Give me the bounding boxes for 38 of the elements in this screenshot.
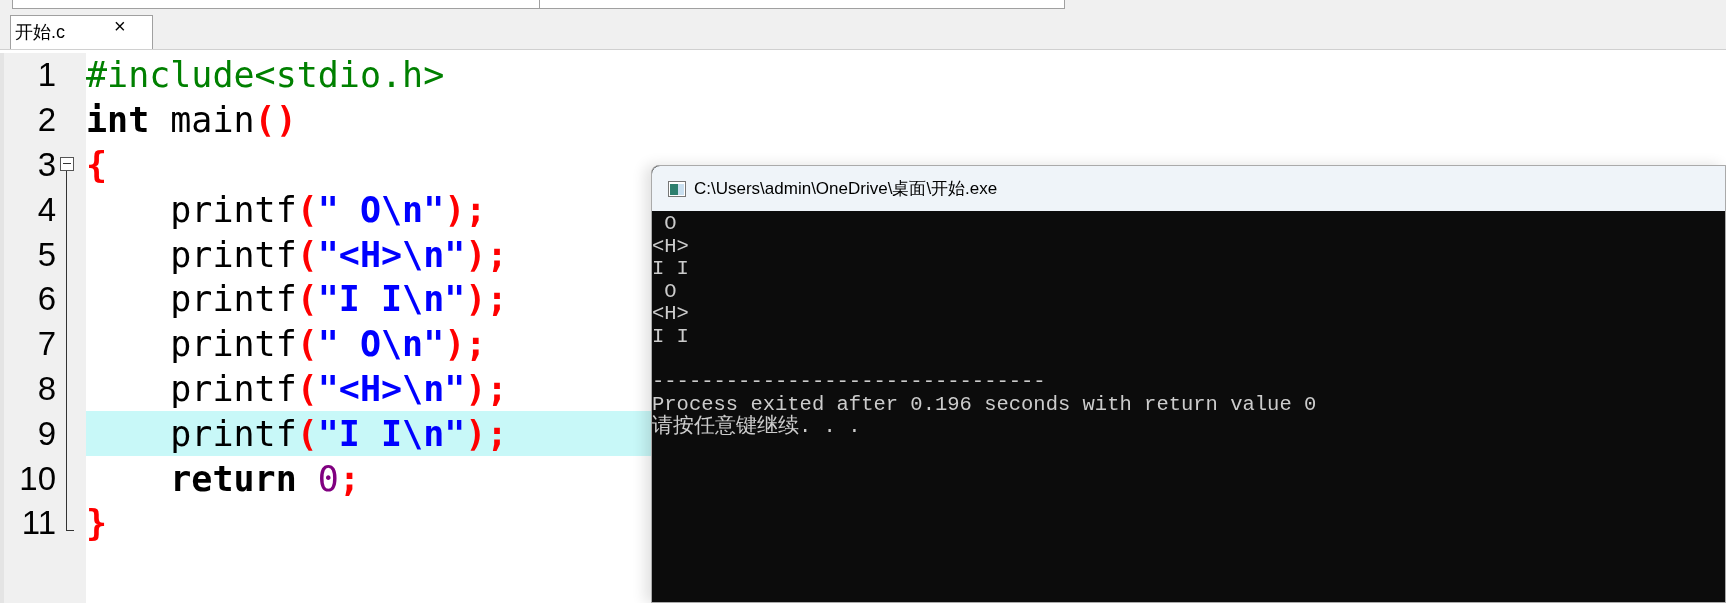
code-line: { <box>86 144 108 186</box>
fold-end-line <box>66 500 74 531</box>
line-number: 10 <box>18 458 56 499</box>
console-output-line: <H> <box>652 303 689 326</box>
toolbar-field[interactable] <box>540 0 1065 9</box>
separator-line: -------------------------------- <box>652 371 1046 394</box>
line-number: 9 <box>36 413 56 454</box>
code-line: return 0; <box>169 457 360 500</box>
line-number: 8 <box>36 368 56 409</box>
console-output-line: O <box>663 213 677 236</box>
code-line: printf("<H>\n"); <box>169 367 508 410</box>
line-number: 4 <box>36 189 56 230</box>
code-line: printf(" O\n"); <box>169 188 487 231</box>
line-number: 5 <box>36 234 56 275</box>
line-number: 7 <box>36 324 56 365</box>
code-line: printf("I I\n"); <box>169 278 508 321</box>
console-output-line: I I <box>652 258 689 281</box>
line-number: 11 <box>20 503 56 544</box>
code-line: printf("<H>\n"); <box>169 233 508 276</box>
line-number: 3 <box>36 145 56 185</box>
console-output-line: <H> <box>652 235 689 259</box>
code-line: #include<stdio.h> <box>86 54 445 97</box>
console-output-line: I I <box>652 325 689 349</box>
console-app-icon <box>668 180 686 197</box>
code-line: } <box>86 502 108 545</box>
toolbar-field[interactable] <box>12 0 540 9</box>
line-number: 6 <box>36 279 56 320</box>
line-number: 1 <box>36 55 56 96</box>
code-line: int main() <box>86 99 297 142</box>
console-output-line: 请按任意键继续. . . <box>652 416 861 439</box>
code-line: printf("I I\n"); <box>169 412 508 455</box>
close-icon[interactable]: × <box>114 14 126 38</box>
code-line: printf(" O\n"); <box>169 323 487 366</box>
window-title: C:\Users\admin\OneDrive\桌面\开始.exe <box>694 177 998 200</box>
console-output-line: O <box>663 280 677 304</box>
fold-collapse-icon[interactable] <box>60 156 74 171</box>
file-tab[interactable]: 开始.c × <box>10 15 153 49</box>
line-number: 2 <box>36 100 56 141</box>
